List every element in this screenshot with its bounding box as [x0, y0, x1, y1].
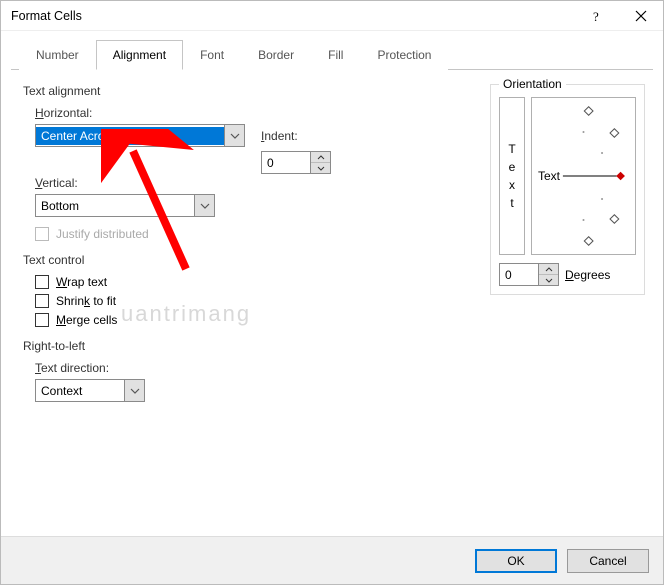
- orientation-label: Orientation: [499, 77, 566, 91]
- merge-cells-checkbox[interactable]: [35, 313, 49, 327]
- degrees-spinner[interactable]: [499, 263, 559, 286]
- help-icon: ?: [590, 10, 602, 22]
- vertical-label: Vertical:: [35, 176, 474, 190]
- indent-input[interactable]: [262, 152, 310, 173]
- titlebar: Format Cells ?: [1, 1, 663, 31]
- text-direction-dropdown-button[interactable]: [124, 380, 144, 401]
- svg-text:?: ?: [593, 10, 599, 22]
- chevron-down-icon: [130, 388, 140, 394]
- tab-alignment[interactable]: Alignment: [96, 40, 183, 70]
- tab-border[interactable]: Border: [241, 40, 311, 70]
- shrink-to-fit-label: Shrink to fit: [56, 294, 116, 308]
- close-button[interactable]: [618, 1, 663, 31]
- window-title: Format Cells: [11, 9, 82, 23]
- text-direction-label: Text direction:: [35, 361, 474, 375]
- ok-button[interactable]: OK: [475, 549, 557, 573]
- dialog-footer: OK Cancel: [1, 536, 663, 584]
- right-column: Orientation Text Text: [490, 84, 645, 402]
- chevron-down-icon: [545, 278, 553, 283]
- section-text-control: Text control: [23, 253, 474, 267]
- tab-font[interactable]: Font: [183, 40, 241, 70]
- degrees-label: Degrees: [565, 268, 610, 282]
- orientation-group: Orientation Text Text: [490, 84, 645, 295]
- horizontal-label: Horizontal:document.currentScript.previo…: [35, 106, 474, 120]
- tab-content: Text alignment Horizontal:document.curre…: [1, 70, 663, 412]
- horizontal-dropdown-button[interactable]: [224, 125, 244, 146]
- indent-down-button[interactable]: [311, 163, 330, 173]
- chevron-down-icon: [230, 133, 240, 139]
- help-button[interactable]: ?: [573, 1, 618, 31]
- justify-distributed-label: Justify distributed: [56, 227, 149, 241]
- tabstrip: Number Alignment Font Border Fill Protec…: [11, 39, 653, 70]
- chevron-down-icon: [200, 203, 210, 209]
- wrap-text-label: Wrap text: [56, 275, 107, 289]
- vertical-value: Bottom: [36, 197, 194, 215]
- justify-distributed-checkbox: [35, 227, 49, 241]
- horizontal-value: Center Across Selection: [36, 127, 224, 145]
- indent-label: Indent:: [261, 129, 298, 143]
- section-rtl: Right-to-left: [23, 339, 474, 353]
- tab-protection[interactable]: Protection: [360, 40, 448, 70]
- left-column: Text alignment Horizontal:document.curre…: [23, 84, 474, 402]
- horizontal-combo[interactable]: Center Across Selection: [35, 124, 245, 147]
- chevron-down-icon: [317, 166, 325, 171]
- section-text-alignment: Text alignment: [23, 84, 474, 98]
- vertical-combo[interactable]: Bottom: [35, 194, 215, 217]
- chevron-up-icon: [317, 155, 325, 160]
- chevron-up-icon: [545, 267, 553, 272]
- orientation-dial[interactable]: Text: [531, 97, 636, 255]
- degrees-input[interactable]: [500, 264, 538, 285]
- orientation-vertical-text[interactable]: Text: [499, 97, 525, 255]
- vertical-dropdown-button[interactable]: [194, 195, 214, 216]
- cancel-button[interactable]: Cancel: [567, 549, 649, 573]
- close-icon: [635, 10, 647, 22]
- wrap-text-checkbox[interactable]: [35, 275, 49, 289]
- orientation-dial-label: Text: [538, 169, 560, 183]
- text-direction-combo[interactable]: Context: [35, 379, 145, 402]
- tab-fill[interactable]: Fill: [311, 40, 360, 70]
- degrees-down-button[interactable]: [539, 275, 558, 285]
- shrink-to-fit-checkbox[interactable]: [35, 294, 49, 308]
- tab-number[interactable]: Number: [19, 40, 96, 70]
- merge-cells-label: Merge cells: [56, 313, 117, 327]
- text-direction-value: Context: [36, 382, 124, 400]
- indent-spinner[interactable]: [261, 151, 331, 174]
- indent-up-button[interactable]: [311, 152, 330, 163]
- degrees-up-button[interactable]: [539, 264, 558, 275]
